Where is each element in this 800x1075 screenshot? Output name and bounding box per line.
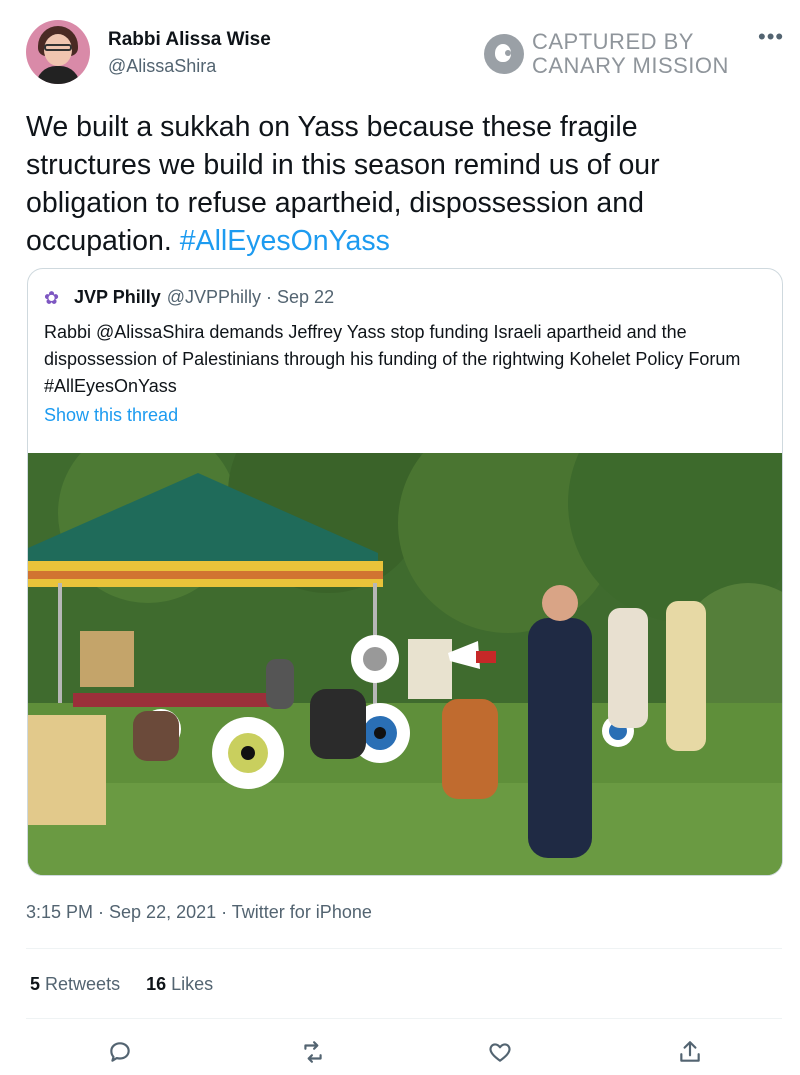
divider <box>26 948 782 949</box>
avatar[interactable] <box>26 20 90 84</box>
retweets-stat[interactable]: 5 Retweets <box>30 974 120 995</box>
reply-icon <box>110 1042 130 1062</box>
canary-icon <box>484 34 524 74</box>
share-button[interactable] <box>672 1034 708 1070</box>
retweets-label: Retweets <box>45 974 121 994</box>
quoted-date: · Sep 22 <box>266 287 335 307</box>
retweets-count: 5 <box>30 974 41 994</box>
tweet-text: We built a sukkah on Yass because these … <box>26 108 756 260</box>
author-handle[interactable]: @AlissaShira <box>108 56 216 77</box>
likes-stat[interactable]: 16 Likes <box>146 974 213 995</box>
tweet-stats: 5 Retweets 16 Likes <box>30 974 239 995</box>
tweet-photo[interactable] <box>28 453 782 875</box>
action-bar <box>0 1034 800 1070</box>
tweet-meta: 3:15 PM · Sep 22, 2021 · Twitter for iPh… <box>26 902 372 922</box>
jvp-logo-icon: ✿ <box>44 287 60 308</box>
quoted-tweet-header: ✿ JVP Philly @JVPPhilly · Sep 22 <box>44 287 334 308</box>
more-options-icon[interactable]: ••• <box>758 24 784 50</box>
likes-count: 16 <box>146 974 167 994</box>
share-icon <box>680 1041 700 1062</box>
like-icon <box>489 1043 511 1062</box>
divider <box>26 1018 782 1019</box>
likes-label: Likes <box>171 974 214 994</box>
retweet-icon <box>304 1041 322 1063</box>
quoted-author-name[interactable]: JVP Philly <box>74 287 161 308</box>
watermark-line-2: CANARY MISSION <box>532 53 729 78</box>
quoted-author-handle[interactable]: @JVPPhilly <box>167 287 261 308</box>
tweet-card: Rabbi Alissa Wise @AlissaShira CAPTURED … <box>0 0 800 1075</box>
photo-illustration <box>28 453 782 875</box>
author-name[interactable]: Rabbi Alissa Wise <box>108 29 271 51</box>
like-button[interactable] <box>482 1034 518 1070</box>
watermark-line-1: CAPTURED BY <box>532 29 694 54</box>
watermark: CAPTURED BY CANARY MISSION <box>484 30 729 78</box>
hashtag-link[interactable]: #AllEyesOnYass <box>180 225 390 257</box>
quoted-tweet[interactable]: ✿ JVP Philly @JVPPhilly · Sep 22 Rabbi @… <box>27 268 783 876</box>
retweet-button[interactable] <box>295 1034 331 1070</box>
show-thread-link[interactable]: Show this thread <box>44 405 178 426</box>
reply-button[interactable] <box>102 1034 138 1070</box>
quoted-tweet-text: Rabbi @AlissaShira demands Jeffrey Yass … <box>44 322 741 396</box>
